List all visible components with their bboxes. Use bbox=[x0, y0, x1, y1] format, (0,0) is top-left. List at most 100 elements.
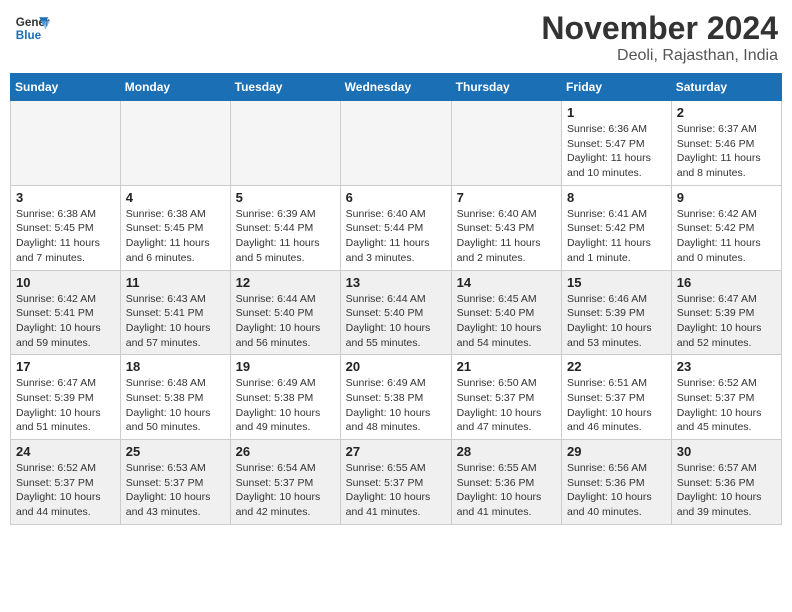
day-info: Sunrise: 6:57 AM Sunset: 5:36 PM Dayligh… bbox=[677, 461, 776, 520]
day-info: Sunrise: 6:37 AM Sunset: 5:46 PM Dayligh… bbox=[677, 122, 776, 181]
calendar-cell bbox=[340, 101, 451, 186]
day-info: Sunrise: 6:55 AM Sunset: 5:37 PM Dayligh… bbox=[346, 461, 446, 520]
calendar-cell: 11Sunrise: 6:43 AM Sunset: 5:41 PM Dayli… bbox=[120, 270, 230, 355]
calendar-cell: 13 Sunrise: 6:44 AM Sunset: 5:40 PM Dayli… bbox=[340, 270, 451, 355]
day-number: 16 bbox=[677, 275, 776, 290]
day-number: 27 bbox=[346, 444, 446, 459]
day-number: 1 bbox=[567, 105, 666, 120]
calendar-cell: 20 Sunrise: 6:49 AM Sunset: 5:38 PM Dayli… bbox=[340, 355, 451, 440]
calendar-cell: 26Sunrise: 6:54 AM Sunset: 5:37 PM Dayli… bbox=[230, 440, 340, 525]
calendar-cell bbox=[120, 101, 230, 186]
day-info: Sunrise: 6:52 AM Sunset: 5:37 PM Dayligh… bbox=[16, 461, 115, 520]
day-info: Sunrise: 6:40 AM Sunset: 5:44 PM Dayligh… bbox=[346, 207, 446, 266]
calendar-cell: 1 Sunrise: 6:36 AM Sunset: 5:47 PM Daylig… bbox=[562, 101, 672, 186]
day-number: 13 bbox=[346, 275, 446, 290]
calendar-cell: 25 Sunrise: 6:53 AM Sunset: 5:37 PM Dayli… bbox=[120, 440, 230, 525]
day-number: 18 bbox=[126, 359, 225, 374]
calendar-cell: 19 Sunrise: 6:49 AM Sunset: 5:38 PM Dayli… bbox=[230, 355, 340, 440]
calendar-cell: 17Sunrise: 6:47 AM Sunset: 5:39 PM Dayli… bbox=[11, 355, 121, 440]
month-title: November 2024 bbox=[541, 10, 778, 47]
calendar-week-row: 10 Sunrise: 6:42 AM Sunset: 5:41 PM Dayli… bbox=[11, 270, 782, 355]
calendar-cell: 12 Sunrise: 6:44 AM Sunset: 5:40 PM Dayli… bbox=[230, 270, 340, 355]
day-info: Sunrise: 6:36 AM Sunset: 5:47 PM Dayligh… bbox=[567, 122, 666, 181]
calendar-week-row: 24 Sunrise: 6:52 AM Sunset: 5:37 PM Dayli… bbox=[11, 440, 782, 525]
weekday-header-monday: Monday bbox=[120, 74, 230, 101]
calendar-cell: 10 Sunrise: 6:42 AM Sunset: 5:41 PM Dayli… bbox=[11, 270, 121, 355]
day-number: 23 bbox=[677, 359, 776, 374]
calendar-cell: 8 Sunrise: 6:41 AM Sunset: 5:42 PM Daylig… bbox=[562, 185, 672, 270]
calendar-cell: 29Sunrise: 6:56 AM Sunset: 5:36 PM Dayli… bbox=[562, 440, 672, 525]
weekday-header-friday: Friday bbox=[562, 74, 672, 101]
calendar-cell: 7 Sunrise: 6:40 AM Sunset: 5:43 PM Daylig… bbox=[451, 185, 561, 270]
day-number: 4 bbox=[126, 190, 225, 205]
calendar-cell: 3 Sunrise: 6:38 AM Sunset: 5:45 PM Daylig… bbox=[11, 185, 121, 270]
title-area: November 2024 Deoli, Rajasthan, India bbox=[541, 10, 778, 65]
calendar-cell: 15 Sunrise: 6:46 AM Sunset: 5:39 PM Dayli… bbox=[562, 270, 672, 355]
day-info: Sunrise: 6:48 AM Sunset: 5:38 PM Dayligh… bbox=[126, 376, 225, 435]
day-info: Sunrise: 6:38 AM Sunset: 5:45 PM Dayligh… bbox=[16, 207, 115, 266]
day-info: Sunrise: 6:46 AM Sunset: 5:39 PM Dayligh… bbox=[567, 292, 666, 351]
calendar-cell: 22 Sunrise: 6:51 AM Sunset: 5:37 PM Dayli… bbox=[562, 355, 672, 440]
day-info: Sunrise: 6:49 AM Sunset: 5:38 PM Dayligh… bbox=[236, 376, 335, 435]
day-number: 8 bbox=[567, 190, 666, 205]
day-info: Sunrise: 6:44 AM Sunset: 5:40 PM Dayligh… bbox=[346, 292, 446, 351]
day-number: 25 bbox=[126, 444, 225, 459]
day-info: Sunrise: 6:42 AM Sunset: 5:41 PM Dayligh… bbox=[16, 292, 115, 351]
day-number: 19 bbox=[236, 359, 335, 374]
day-number: 20 bbox=[346, 359, 446, 374]
page-header: General Blue November 2024 Deoli, Rajast… bbox=[10, 10, 782, 65]
day-info: Sunrise: 6:39 AM Sunset: 5:44 PM Dayligh… bbox=[236, 207, 335, 266]
day-number: 15 bbox=[567, 275, 666, 290]
day-info: Sunrise: 6:38 AM Sunset: 5:45 PM Dayligh… bbox=[126, 207, 225, 266]
day-number: 2 bbox=[677, 105, 776, 120]
day-info: Sunrise: 6:40 AM Sunset: 5:43 PM Dayligh… bbox=[457, 207, 556, 266]
day-info: Sunrise: 6:51 AM Sunset: 5:37 PM Dayligh… bbox=[567, 376, 666, 435]
day-info: Sunrise: 6:52 AM Sunset: 5:37 PM Dayligh… bbox=[677, 376, 776, 435]
calendar-cell: 5Sunrise: 6:39 AM Sunset: 5:44 PM Daylig… bbox=[230, 185, 340, 270]
day-info: Sunrise: 6:42 AM Sunset: 5:42 PM Dayligh… bbox=[677, 207, 776, 266]
calendar-week-row: 17Sunrise: 6:47 AM Sunset: 5:39 PM Dayli… bbox=[11, 355, 782, 440]
day-number: 14 bbox=[457, 275, 556, 290]
location-subtitle: Deoli, Rajasthan, India bbox=[541, 47, 778, 65]
day-number: 21 bbox=[457, 359, 556, 374]
day-number: 3 bbox=[16, 190, 115, 205]
day-number: 9 bbox=[677, 190, 776, 205]
day-number: 10 bbox=[16, 275, 115, 290]
day-number: 30 bbox=[677, 444, 776, 459]
day-number: 6 bbox=[346, 190, 446, 205]
logo: General Blue bbox=[14, 10, 50, 46]
day-info: Sunrise: 6:49 AM Sunset: 5:38 PM Dayligh… bbox=[346, 376, 446, 435]
day-info: Sunrise: 6:50 AM Sunset: 5:37 PM Dayligh… bbox=[457, 376, 556, 435]
calendar-cell: 18 Sunrise: 6:48 AM Sunset: 5:38 PM Dayli… bbox=[120, 355, 230, 440]
calendar-cell: 21 Sunrise: 6:50 AM Sunset: 5:37 PM Dayli… bbox=[451, 355, 561, 440]
day-number: 28 bbox=[457, 444, 556, 459]
weekday-header-saturday: Saturday bbox=[671, 74, 781, 101]
day-info: Sunrise: 6:56 AM Sunset: 5:36 PM Dayligh… bbox=[567, 461, 666, 520]
day-info: Sunrise: 6:41 AM Sunset: 5:42 PM Dayligh… bbox=[567, 207, 666, 266]
weekday-header-thursday: Thursday bbox=[451, 74, 561, 101]
day-info: Sunrise: 6:53 AM Sunset: 5:37 PM Dayligh… bbox=[126, 461, 225, 520]
calendar-cell: 30 Sunrise: 6:57 AM Sunset: 5:36 PM Dayli… bbox=[671, 440, 781, 525]
calendar-week-row: 1 Sunrise: 6:36 AM Sunset: 5:47 PM Daylig… bbox=[11, 101, 782, 186]
day-number: 11 bbox=[126, 275, 225, 290]
weekday-header-sunday: Sunday bbox=[11, 74, 121, 101]
calendar-cell: 4 Sunrise: 6:38 AM Sunset: 5:45 PM Daylig… bbox=[120, 185, 230, 270]
day-number: 17 bbox=[16, 359, 115, 374]
day-number: 7 bbox=[457, 190, 556, 205]
calendar-cell: 6 Sunrise: 6:40 AM Sunset: 5:44 PM Daylig… bbox=[340, 185, 451, 270]
calendar-week-row: 3 Sunrise: 6:38 AM Sunset: 5:45 PM Daylig… bbox=[11, 185, 782, 270]
calendar-cell: 9 Sunrise: 6:42 AM Sunset: 5:42 PM Daylig… bbox=[671, 185, 781, 270]
calendar-cell: 16Sunrise: 6:47 AM Sunset: 5:39 PM Dayli… bbox=[671, 270, 781, 355]
calendar-cell: 27 Sunrise: 6:55 AM Sunset: 5:37 PM Dayli… bbox=[340, 440, 451, 525]
calendar-cell bbox=[11, 101, 121, 186]
svg-text:Blue: Blue bbox=[16, 29, 42, 42]
day-info: Sunrise: 6:44 AM Sunset: 5:40 PM Dayligh… bbox=[236, 292, 335, 351]
day-info: Sunrise: 6:54 AM Sunset: 5:37 PM Dayligh… bbox=[236, 461, 335, 520]
logo-icon: General Blue bbox=[14, 10, 50, 46]
calendar-header-row: SundayMondayTuesdayWednesdayThursdayFrid… bbox=[11, 74, 782, 101]
day-number: 24 bbox=[16, 444, 115, 459]
day-number: 12 bbox=[236, 275, 335, 290]
calendar-cell bbox=[230, 101, 340, 186]
day-number: 22 bbox=[567, 359, 666, 374]
weekday-header-wednesday: Wednesday bbox=[340, 74, 451, 101]
